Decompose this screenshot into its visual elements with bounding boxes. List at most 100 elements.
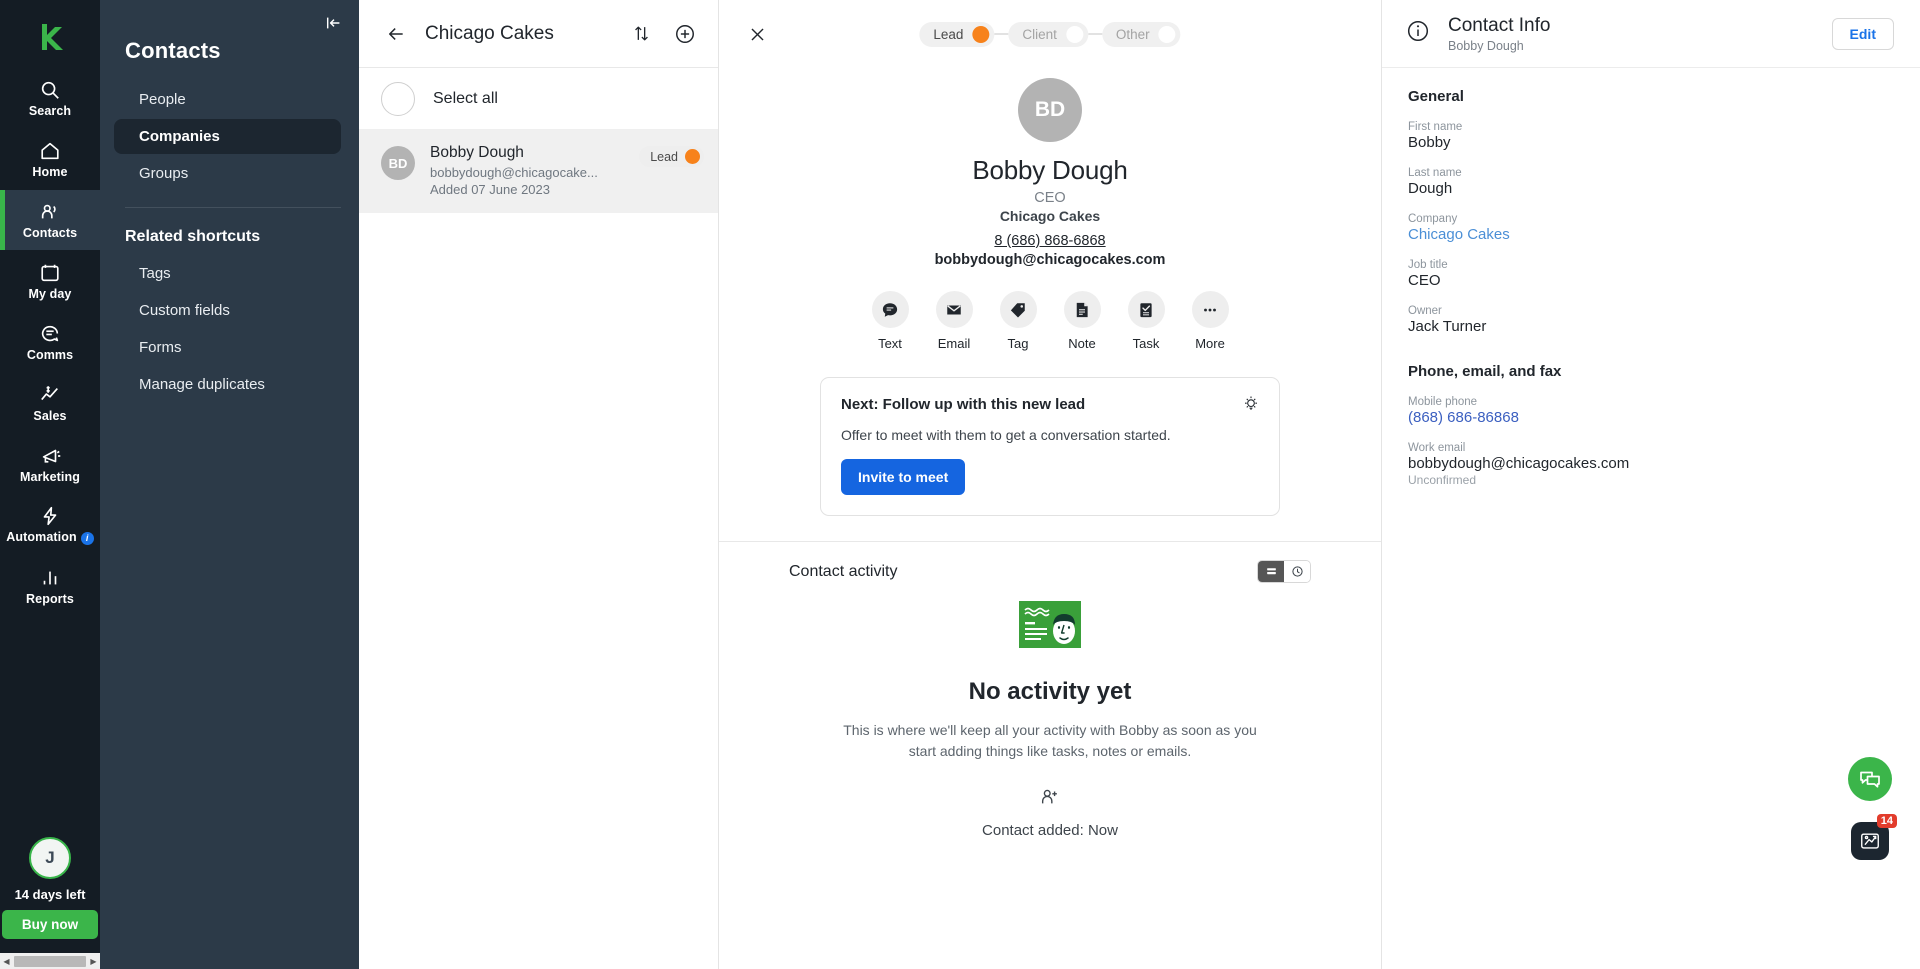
action-email[interactable]: Email [936,291,973,351]
calendar-icon [39,262,61,284]
field-owner: Owner Jack Turner [1408,305,1894,335]
select-all-checkbox[interactable] [381,82,415,116]
action-label: Email [938,336,971,351]
sidebar-item-reports[interactable]: Reports [0,556,100,616]
select-all-row[interactable]: Select all [359,68,718,130]
envelope-icon [936,291,973,328]
stage-toggle: Lead Client Other [919,22,1180,47]
contact-info-panel: Contact Info Bobby Dough Edit General Fi… [1382,0,1920,969]
status-badge[interactable]: Lead [639,146,704,167]
invite-to-meet-button[interactable]: Invite to meet [841,459,965,495]
avatar: BD [381,146,415,180]
stage-dot-icon [972,26,989,43]
list-item[interactable]: BD Bobby Dough bobbydough@chicagocake...… [359,130,718,213]
field-value: CEO [1408,272,1894,289]
field-value-company-link[interactable]: Chicago Cakes [1408,226,1894,243]
stage-option-other[interactable]: Other [1102,22,1181,47]
nav-link-people[interactable]: People [114,82,341,117]
strategy-icon[interactable]: 14 [1851,822,1889,860]
rail-items: Search Home Contacts [0,68,100,617]
field-value: Dough [1408,180,1894,197]
field-value-phone-link[interactable]: (868) 686-86868 [1408,409,1894,426]
action-tag[interactable]: Tag [1000,291,1037,351]
stage-label: Lead [933,27,963,42]
related-shortcuts-title: Related shortcuts [100,208,359,256]
horizontal-scrollbar[interactable]: ◀ ▶ [0,953,100,969]
action-label: More [1195,336,1225,351]
close-icon[interactable] [743,20,771,48]
stage-label: Client [1022,27,1057,42]
sidebar-item-automation[interactable]: Automationi [0,495,100,555]
action-note[interactable]: Note [1064,291,1101,351]
collapse-panel-icon[interactable] [323,12,345,34]
panel-title: Contact Info [1448,15,1832,37]
activity-title: Contact activity [789,563,897,581]
edit-button[interactable]: Edit [1832,18,1894,50]
tag-icon [1000,291,1037,328]
action-task[interactable]: Task [1128,291,1165,351]
sidebar-item-contacts[interactable]: Contacts [0,190,100,250]
contact-list-column: Chicago Cakes Select all BD Bobby Dough [359,0,719,969]
search-icon [39,79,61,101]
primary-nav-rail: Search Home Contacts [0,0,100,969]
scrollbar-thumb[interactable] [14,956,86,967]
info-icon [1406,19,1430,48]
home-icon [39,140,61,162]
contact-email-link[interactable]: bobbydough@chicagocakes.com [719,252,1381,268]
scroll-left-arrow[interactable]: ◀ [0,957,13,966]
buy-now-button[interactable]: Buy now [2,910,98,939]
action-text[interactable]: Text [872,291,909,351]
app-root: Search Home Contacts [0,0,1920,969]
sidebar-item-label: Comms [27,348,73,362]
panel-subtitle: Bobby Dough [1448,39,1832,53]
sidebar-item-marketing[interactable]: Marketing [0,434,100,494]
document-icon [1064,291,1101,328]
back-arrow-icon[interactable] [381,19,411,49]
field-company: Company Chicago Cakes [1408,213,1894,243]
field-job-title: Job title CEO [1408,259,1894,289]
clock-view-icon[interactable] [1284,561,1310,582]
ellipsis-icon [1192,291,1229,328]
nav-link-companies[interactable]: Companies [114,119,341,154]
action-label: Task [1133,336,1160,351]
sidebar-item-my-day[interactable]: My day [0,251,100,311]
chat-support-icon[interactable] [1848,757,1892,801]
nav-link-groups[interactable]: Groups [114,156,341,191]
nav-link-forms[interactable]: Forms [114,330,341,365]
list-item-email: bobbydough@chicagocake... [430,165,624,180]
action-more[interactable]: More [1192,291,1229,351]
status-dot-icon [685,149,700,164]
contact-company: Chicago Cakes [719,208,1381,224]
contact-phone-link[interactable]: 8 (686) 868-6868 [719,233,1381,249]
sidebar-item-search[interactable]: Search [0,68,100,128]
field-label: Owner [1408,305,1894,317]
avatar[interactable]: J [29,837,71,879]
stage-option-lead[interactable]: Lead [919,22,994,47]
nav-link-manage-duplicates[interactable]: Manage duplicates [114,367,341,402]
sidebar-item-comms[interactable]: Comms [0,312,100,372]
field-last-name: Last name Dough [1408,167,1894,197]
scroll-right-arrow[interactable]: ▶ [87,957,100,966]
contact-name: Bobby Dough [719,155,1381,186]
next-step-card: Next: Follow up with this new lead Offer… [820,377,1280,516]
list-view-icon[interactable] [1258,561,1284,582]
bars-icon [39,567,61,589]
nav-link-tags[interactable]: Tags [114,256,341,291]
sidebar-item-label: Automationi [6,530,93,544]
sort-icon[interactable] [626,19,656,49]
add-circle-icon[interactable] [670,19,700,49]
sidebar-item-home[interactable]: Home [0,129,100,189]
stage-connector [1088,33,1102,35]
empty-illustration-icon [1019,601,1081,648]
contact-detail-column: Lead Client Other BD Bobby Dough CE [719,0,1382,969]
list-item-name: Bobby Dough [430,144,624,162]
notification-badge: 14 [1877,814,1897,828]
sidebar-item-sales[interactable]: Sales [0,373,100,433]
field-label: Work email [1408,442,1894,454]
k-logo-icon[interactable] [27,14,73,60]
field-value: Jack Turner [1408,318,1894,335]
lightbulb-icon[interactable] [1241,394,1261,419]
stage-option-client[interactable]: Client [1008,22,1088,47]
nav-link-custom-fields[interactable]: Custom fields [114,293,341,328]
add-person-icon [719,786,1381,808]
